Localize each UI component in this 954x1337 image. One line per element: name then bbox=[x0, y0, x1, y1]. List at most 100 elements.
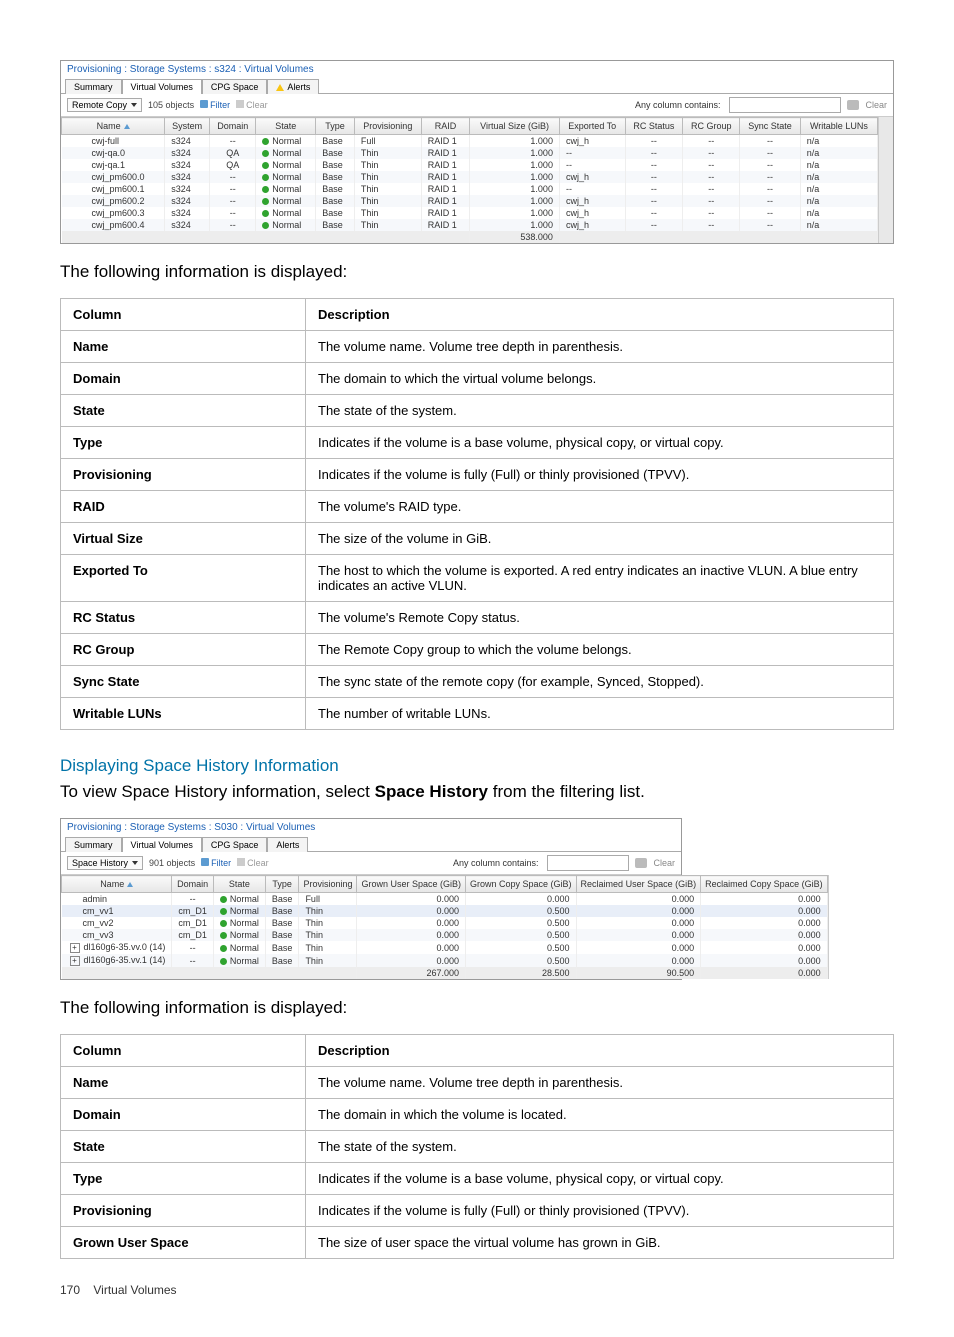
tab-cpg-space-2[interactable]: CPG Space bbox=[202, 837, 268, 852]
desc-row: NameThe volume name. Volume tree depth i… bbox=[61, 1067, 894, 1099]
table-row[interactable]: cwj-qa.0s324QANormalBaseThinRAID 11.000-… bbox=[62, 147, 878, 159]
scrollbar-2[interactable] bbox=[828, 875, 829, 979]
alert-icon bbox=[276, 84, 284, 91]
table-row[interactable]: +dl160g6-35.vv.0 (14)--NormalBaseThin0.0… bbox=[62, 941, 828, 954]
clear-filter-button-2[interactable]: Clear bbox=[237, 858, 269, 868]
col-domain[interactable]: Domain bbox=[210, 118, 256, 135]
table-row[interactable]: cm_vv1cm_D1NormalBaseThin0.0000.5000.000… bbox=[62, 905, 828, 917]
col-name[interactable]: Name bbox=[62, 118, 165, 135]
col-domain-2[interactable]: Domain bbox=[172, 876, 214, 893]
col-rc-status[interactable]: RC Status bbox=[625, 118, 683, 135]
grid-remote-copy: Name System Domain State Type Provisioni… bbox=[61, 117, 878, 243]
col-gus[interactable]: Grown User Space (GiB) bbox=[357, 876, 466, 893]
breadcrumb-1: Provisioning : Storage Systems : s324 : … bbox=[61, 61, 893, 78]
desc-row: ProvisioningIndicates if the volume is f… bbox=[61, 459, 894, 491]
col-exported-to[interactable]: Exported To bbox=[559, 118, 625, 135]
desc-head-description: Description bbox=[306, 299, 894, 331]
table-row[interactable]: cm_vv3cm_D1NormalBaseThin0.0000.5000.000… bbox=[62, 929, 828, 941]
table-row[interactable]: cwj_pm600.4s324--NormalBaseThinRAID 11.0… bbox=[62, 219, 878, 231]
table-row[interactable]: cwj-qa.1s324QANormalBaseThinRAID 11.000-… bbox=[62, 159, 878, 171]
object-count: 105 objects bbox=[148, 100, 194, 110]
desc-row: RAIDThe volume's RAID type. bbox=[61, 491, 894, 523]
col-type[interactable]: Type bbox=[316, 118, 355, 135]
search-input-2[interactable] bbox=[547, 855, 629, 871]
desc-row: StateThe state of the system. bbox=[61, 1131, 894, 1163]
col-writable-luns[interactable]: Writable LUNs bbox=[800, 118, 877, 135]
clear-icon bbox=[237, 858, 245, 866]
screenshot-remote-copy: Provisioning : Storage Systems : s324 : … bbox=[60, 60, 894, 244]
object-count-2: 901 objects bbox=[149, 858, 195, 868]
intro-text-2: To view Space History information, selec… bbox=[60, 782, 894, 802]
column-description-table-1: Column Description NameThe volume name. … bbox=[60, 298, 894, 730]
desc2-head-description: Description bbox=[306, 1035, 894, 1067]
desc-row: Grown User SpaceThe size of user space t… bbox=[61, 1227, 894, 1259]
chevron-down-icon bbox=[132, 861, 138, 865]
table-row[interactable]: cwj-fulls324--NormalBaseFullRAID 11.000c… bbox=[62, 135, 878, 148]
table-row[interactable]: cwj_pm600.1s324--NormalBaseThinRAID 11.0… bbox=[62, 183, 878, 195]
col-rcs[interactable]: Reclaimed Copy Space (GiB) bbox=[701, 876, 828, 893]
any-column-label-2: Any column contains: bbox=[453, 858, 542, 868]
page-title: Virtual Volumes bbox=[93, 1283, 176, 1297]
col-gcs[interactable]: Grown Copy Space (GiB) bbox=[466, 876, 577, 893]
table-row[interactable]: cm_vv2cm_D1NormalBaseThin0.0000.5000.000… bbox=[62, 917, 828, 929]
toolbar-1: Remote Copy 105 objects Filter Clear Any… bbox=[61, 93, 893, 116]
filter-icon bbox=[201, 858, 209, 866]
desc2-head-column: Column bbox=[61, 1035, 306, 1067]
clear-button[interactable]: Clear bbox=[865, 100, 887, 110]
column-description-table-2: Column Description NameThe volume name. … bbox=[60, 1034, 894, 1259]
any-column-label: Any column contains: bbox=[635, 100, 724, 110]
col-virtual-size[interactable]: Virtual Size (GiB) bbox=[470, 118, 560, 135]
col-raid[interactable]: RAID bbox=[421, 118, 469, 135]
clear-button-2[interactable]: Clear bbox=[653, 858, 675, 868]
page-footer: 170 Virtual Volumes bbox=[60, 1283, 894, 1297]
col-type-2[interactable]: Type bbox=[265, 876, 299, 893]
col-state[interactable]: State bbox=[256, 118, 316, 135]
col-system[interactable]: System bbox=[165, 118, 210, 135]
desc-row: DomainThe domain in which the volume is … bbox=[61, 1099, 894, 1131]
table-row[interactable]: cwj_pm600.3s324--NormalBaseThinRAID 11.0… bbox=[62, 207, 878, 219]
printer-icon[interactable] bbox=[847, 100, 859, 110]
desc-row: DomainThe domain to which the virtual vo… bbox=[61, 363, 894, 395]
filter-button-2[interactable]: Filter bbox=[201, 858, 231, 868]
desc-row: TypeIndicates if the volume is a base vo… bbox=[61, 1163, 894, 1195]
tab-summary[interactable]: Summary bbox=[65, 79, 122, 94]
desc-row: NameThe volume name. Volume tree depth i… bbox=[61, 331, 894, 363]
tab-cpg-space[interactable]: CPG Space bbox=[202, 79, 268, 94]
view-selector-2[interactable]: Space History bbox=[67, 856, 143, 870]
tabs-1: Summary Virtual Volumes CPG Space Alerts bbox=[61, 78, 893, 93]
table-row[interactable]: admin--NormalBaseFull0.0000.0000.0000.00… bbox=[62, 893, 828, 906]
col-provisioning[interactable]: Provisioning bbox=[354, 118, 421, 135]
view-selector[interactable]: Remote Copy bbox=[67, 98, 142, 112]
col-rc-group[interactable]: RC Group bbox=[683, 118, 740, 135]
filter-button[interactable]: Filter bbox=[200, 100, 230, 110]
tab-alerts-2[interactable]: Alerts bbox=[267, 837, 308, 852]
tab-alerts[interactable]: Alerts bbox=[267, 79, 319, 94]
filter-icon bbox=[200, 100, 208, 108]
tab-summary-2[interactable]: Summary bbox=[65, 837, 122, 852]
desc-head-column: Column bbox=[61, 299, 306, 331]
clear-filter-button[interactable]: Clear bbox=[236, 100, 268, 110]
col-provisioning-2[interactable]: Provisioning bbox=[299, 876, 357, 893]
desc-row: TypeIndicates if the volume is a base vo… bbox=[61, 427, 894, 459]
sort-asc-icon bbox=[124, 124, 130, 129]
scrollbar[interactable] bbox=[878, 117, 893, 243]
screenshot-space-history: Provisioning : Storage Systems : S030 : … bbox=[60, 818, 682, 980]
tab-virtual-volumes-2[interactable]: Virtual Volumes bbox=[122, 837, 202, 852]
col-name-2[interactable]: Name bbox=[62, 876, 172, 893]
desc-row: ProvisioningIndicates if the volume is f… bbox=[61, 1195, 894, 1227]
tab-virtual-volumes[interactable]: Virtual Volumes bbox=[122, 79, 202, 94]
table-row[interactable]: cwj_pm600.0s324--NormalBaseThinRAID 11.0… bbox=[62, 171, 878, 183]
section-heading: Displaying Space History Information bbox=[60, 756, 894, 776]
table-row[interactable]: cwj_pm600.2s324--NormalBaseThinRAID 11.0… bbox=[62, 195, 878, 207]
toolbar-2: Space History 901 objects Filter Clear A… bbox=[61, 851, 681, 874]
col-rus[interactable]: Reclaimed User Space (GiB) bbox=[576, 876, 701, 893]
col-state-2[interactable]: State bbox=[213, 876, 265, 893]
desc-row: Virtual SizeThe size of the volume in Gi… bbox=[61, 523, 894, 555]
printer-icon-2[interactable] bbox=[635, 858, 647, 868]
grid-space-history: Name Domain State Type Provisioning Grow… bbox=[61, 875, 828, 979]
col-sync-state[interactable]: Sync State bbox=[740, 118, 801, 135]
table-row[interactable]: +dl160g6-35.vv.1 (14)--NormalBaseThin0.0… bbox=[62, 954, 828, 967]
totals-row: 538.000 bbox=[62, 231, 878, 243]
search-input[interactable] bbox=[729, 97, 841, 113]
totals-row-2: 267.000 28.500 90.500 0.000 bbox=[62, 967, 828, 979]
